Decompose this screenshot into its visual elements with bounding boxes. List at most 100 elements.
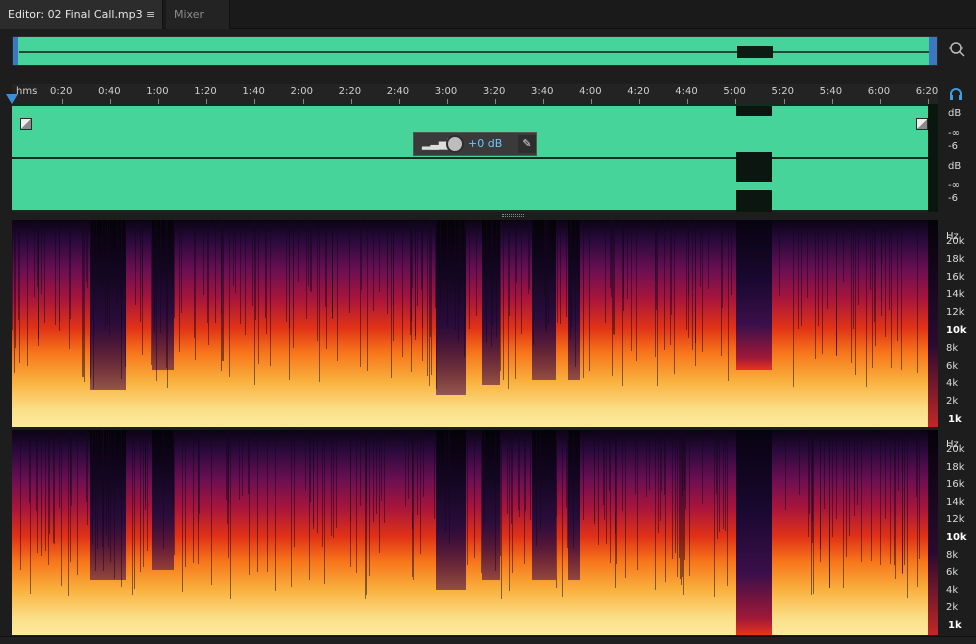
- spectral-streak: [106, 430, 107, 535]
- spectral-streak: [349, 220, 350, 313]
- spectral-streak: [525, 430, 526, 512]
- waveform-overview[interactable]: [12, 36, 938, 66]
- ruler-tick-label: 4:20: [627, 86, 650, 104]
- spectral-streak: [265, 220, 266, 318]
- spectral-streak: [45, 430, 46, 552]
- spectral-streak: [289, 220, 290, 328]
- spectral-streak: [500, 220, 501, 372]
- spectral-streak: [677, 430, 678, 578]
- frequency-label: 12k: [946, 307, 965, 319]
- spectral-streak: [540, 430, 541, 531]
- spectral-streak: [875, 220, 876, 346]
- spectral-streak: [725, 430, 726, 532]
- spectral-streak: [436, 430, 437, 503]
- spectral-streak: [391, 220, 392, 379]
- ruler-tick-label: 2:20: [339, 86, 361, 104]
- time-ruler[interactable]: 0:20 0:40 1:00 1:20 1:40 2:00 2:20 2:40 3:00 3:20…: [12, 84, 938, 104]
- spectral-streak: [556, 430, 557, 588]
- spectral-streak: [731, 220, 732, 296]
- spectral-streak: [95, 430, 96, 571]
- spectral-streak: [140, 220, 141, 322]
- spectral-display-left[interactable]: [12, 220, 938, 427]
- spectral-streak: [108, 430, 109, 513]
- spectral-streak: [464, 220, 465, 358]
- spectral-streak: [671, 220, 672, 316]
- spectral-streak: [68, 430, 69, 596]
- spectral-streak: [319, 220, 320, 383]
- spectral-streak: [702, 220, 703, 352]
- spectral-streak: [492, 220, 493, 327]
- spectral-streak: [86, 430, 87, 503]
- spectral-streak: [308, 220, 309, 287]
- spectral-streak: [412, 220, 413, 289]
- spectral-streak: [317, 430, 318, 533]
- playhead-icon[interactable]: [6, 94, 18, 104]
- spectral-streak: [664, 430, 665, 496]
- spectral-streak: [801, 220, 802, 326]
- waveform-display[interactable]: [12, 104, 938, 212]
- spectral-streak: [519, 430, 520, 518]
- frequency-label: 10k: [946, 532, 967, 543]
- spectral-streak: [82, 220, 83, 377]
- spectral-streak: [455, 220, 456, 331]
- spectral-streak: [507, 430, 508, 515]
- bottom-scrollbar[interactable]: [0, 636, 976, 644]
- spectral-streak: [812, 430, 813, 521]
- spectral-streak: [861, 430, 862, 562]
- overview-range-start-handle[interactable]: [13, 37, 18, 65]
- spectral-streak: [579, 220, 580, 290]
- spectral-streak: [19, 220, 20, 364]
- spectral-streak: [255, 220, 256, 320]
- tab-mixer[interactable]: Mixer: [166, 0, 230, 29]
- frequency-label: 18k: [946, 253, 965, 265]
- spectral-streak: [486, 220, 487, 343]
- frequency-label: 14k: [946, 496, 965, 508]
- ruler-tick-label: 1:40: [242, 86, 265, 104]
- spectral-streak: [885, 220, 886, 337]
- ruler-tick-label: 0:20: [50, 86, 72, 104]
- view-divider[interactable]: [12, 212, 938, 220]
- spectral-streak: [361, 220, 362, 290]
- spectral-end-segment: [928, 430, 938, 635]
- spectral-streak: [851, 220, 852, 363]
- spectral-streak: [369, 430, 370, 576]
- pin-icon[interactable]: ✎: [518, 135, 536, 153]
- spectral-streak: [481, 430, 482, 574]
- spectral-streak: [530, 430, 531, 520]
- spectral-streak: [627, 220, 628, 299]
- spectral-streak: [889, 220, 890, 311]
- zoom-icon[interactable]: [946, 40, 968, 62]
- tab-editor[interactable]: Editor: 02 Final Call.mp3 ≡: [0, 0, 163, 29]
- divider-grip-icon[interactable]: [502, 214, 524, 217]
- fade-out-handle-icon[interactable]: [916, 118, 928, 130]
- fade-in-handle-icon[interactable]: [20, 118, 32, 130]
- spectral-streak: [657, 220, 658, 386]
- ruler-tick-label: 0:40: [98, 86, 121, 104]
- spectral-streak: [524, 430, 525, 564]
- spectral-streak: [870, 220, 871, 290]
- spectral-streak: [902, 430, 903, 573]
- overview-range-end-handle[interactable]: [929, 37, 937, 65]
- frequency-label: 18k: [946, 461, 965, 473]
- overview-burst: [737, 46, 773, 58]
- frequency-label: 4k: [946, 584, 959, 596]
- frequency-label: 10k: [946, 325, 967, 336]
- waveform-burst: [736, 190, 772, 212]
- spectral-streak: [655, 430, 656, 590]
- headphones-icon[interactable]: [948, 87, 964, 101]
- spectral-streak: [161, 220, 162, 281]
- spectral-streak: [622, 430, 623, 511]
- spectral-streak: [807, 220, 808, 299]
- spectral-end-segment: [928, 220, 938, 427]
- spectral-streak: [30, 430, 31, 595]
- panel-menu-icon[interactable]: ≡: [146, 0, 155, 29]
- tab-mixer-label: Mixer: [174, 8, 205, 21]
- spectral-streak: [356, 430, 357, 573]
- volume-knob[interactable]: [446, 135, 464, 153]
- spectral-streak: [560, 220, 561, 325]
- spectral-streak: [449, 430, 450, 545]
- spectral-streak: [267, 430, 268, 572]
- spectral-streak: [140, 430, 141, 572]
- spectral-streak: [373, 430, 374, 522]
- spectral-display-right[interactable]: [12, 430, 938, 635]
